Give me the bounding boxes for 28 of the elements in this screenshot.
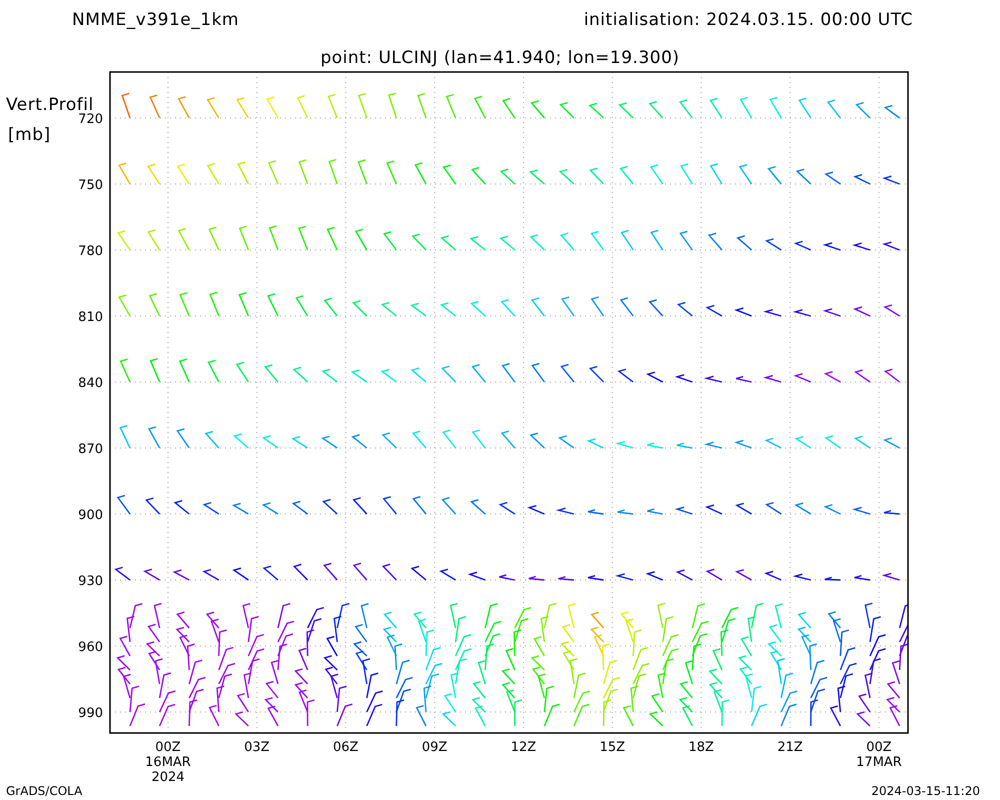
x-tick-label: 18Z	[688, 740, 714, 755]
y-tick-label: 810	[78, 310, 103, 325]
point-location: point: ULCINJ (lan=41.940; lon=19.300)	[320, 48, 680, 68]
y-tick-label: 870	[78, 442, 103, 457]
x-tick-date: 2024	[151, 770, 185, 785]
x-tick-label: 00Z	[866, 740, 892, 755]
y-tick-label: 720	[78, 112, 103, 127]
x-tick-label: 06Z	[333, 740, 358, 755]
initialisation-time: initialisation: 2024.03.15. 00:00 UTC	[584, 10, 913, 30]
y-tick-label: 960	[78, 640, 103, 655]
x-tick-label: 09Z	[422, 740, 448, 755]
model-name: NMME_v391e_1km	[72, 10, 239, 30]
y-tick-label: 780	[78, 244, 103, 259]
x-tick-label: 12Z	[510, 740, 536, 755]
y-tick-label: 990	[78, 706, 103, 721]
x-tick-label: 15Z	[600, 740, 626, 755]
y-axis-title: [mb]	[8, 125, 51, 145]
y-tick-label: 840	[78, 376, 103, 391]
x-tick-label: 00Z	[155, 740, 181, 755]
footer-timestamp: 2024-03-15-11:20	[871, 784, 980, 798]
x-tick-label: 21Z	[777, 740, 803, 755]
x-tick-date: 16MAR	[145, 755, 191, 770]
x-tick-date: 17MAR	[856, 755, 902, 770]
footer-credit: GrADS/COLA	[6, 784, 82, 798]
y-tick-label: 750	[78, 178, 103, 193]
x-tick-label: 03Z	[244, 740, 270, 755]
y-tick-label: 900	[78, 508, 103, 523]
y-tick-label: 930	[78, 574, 103, 589]
